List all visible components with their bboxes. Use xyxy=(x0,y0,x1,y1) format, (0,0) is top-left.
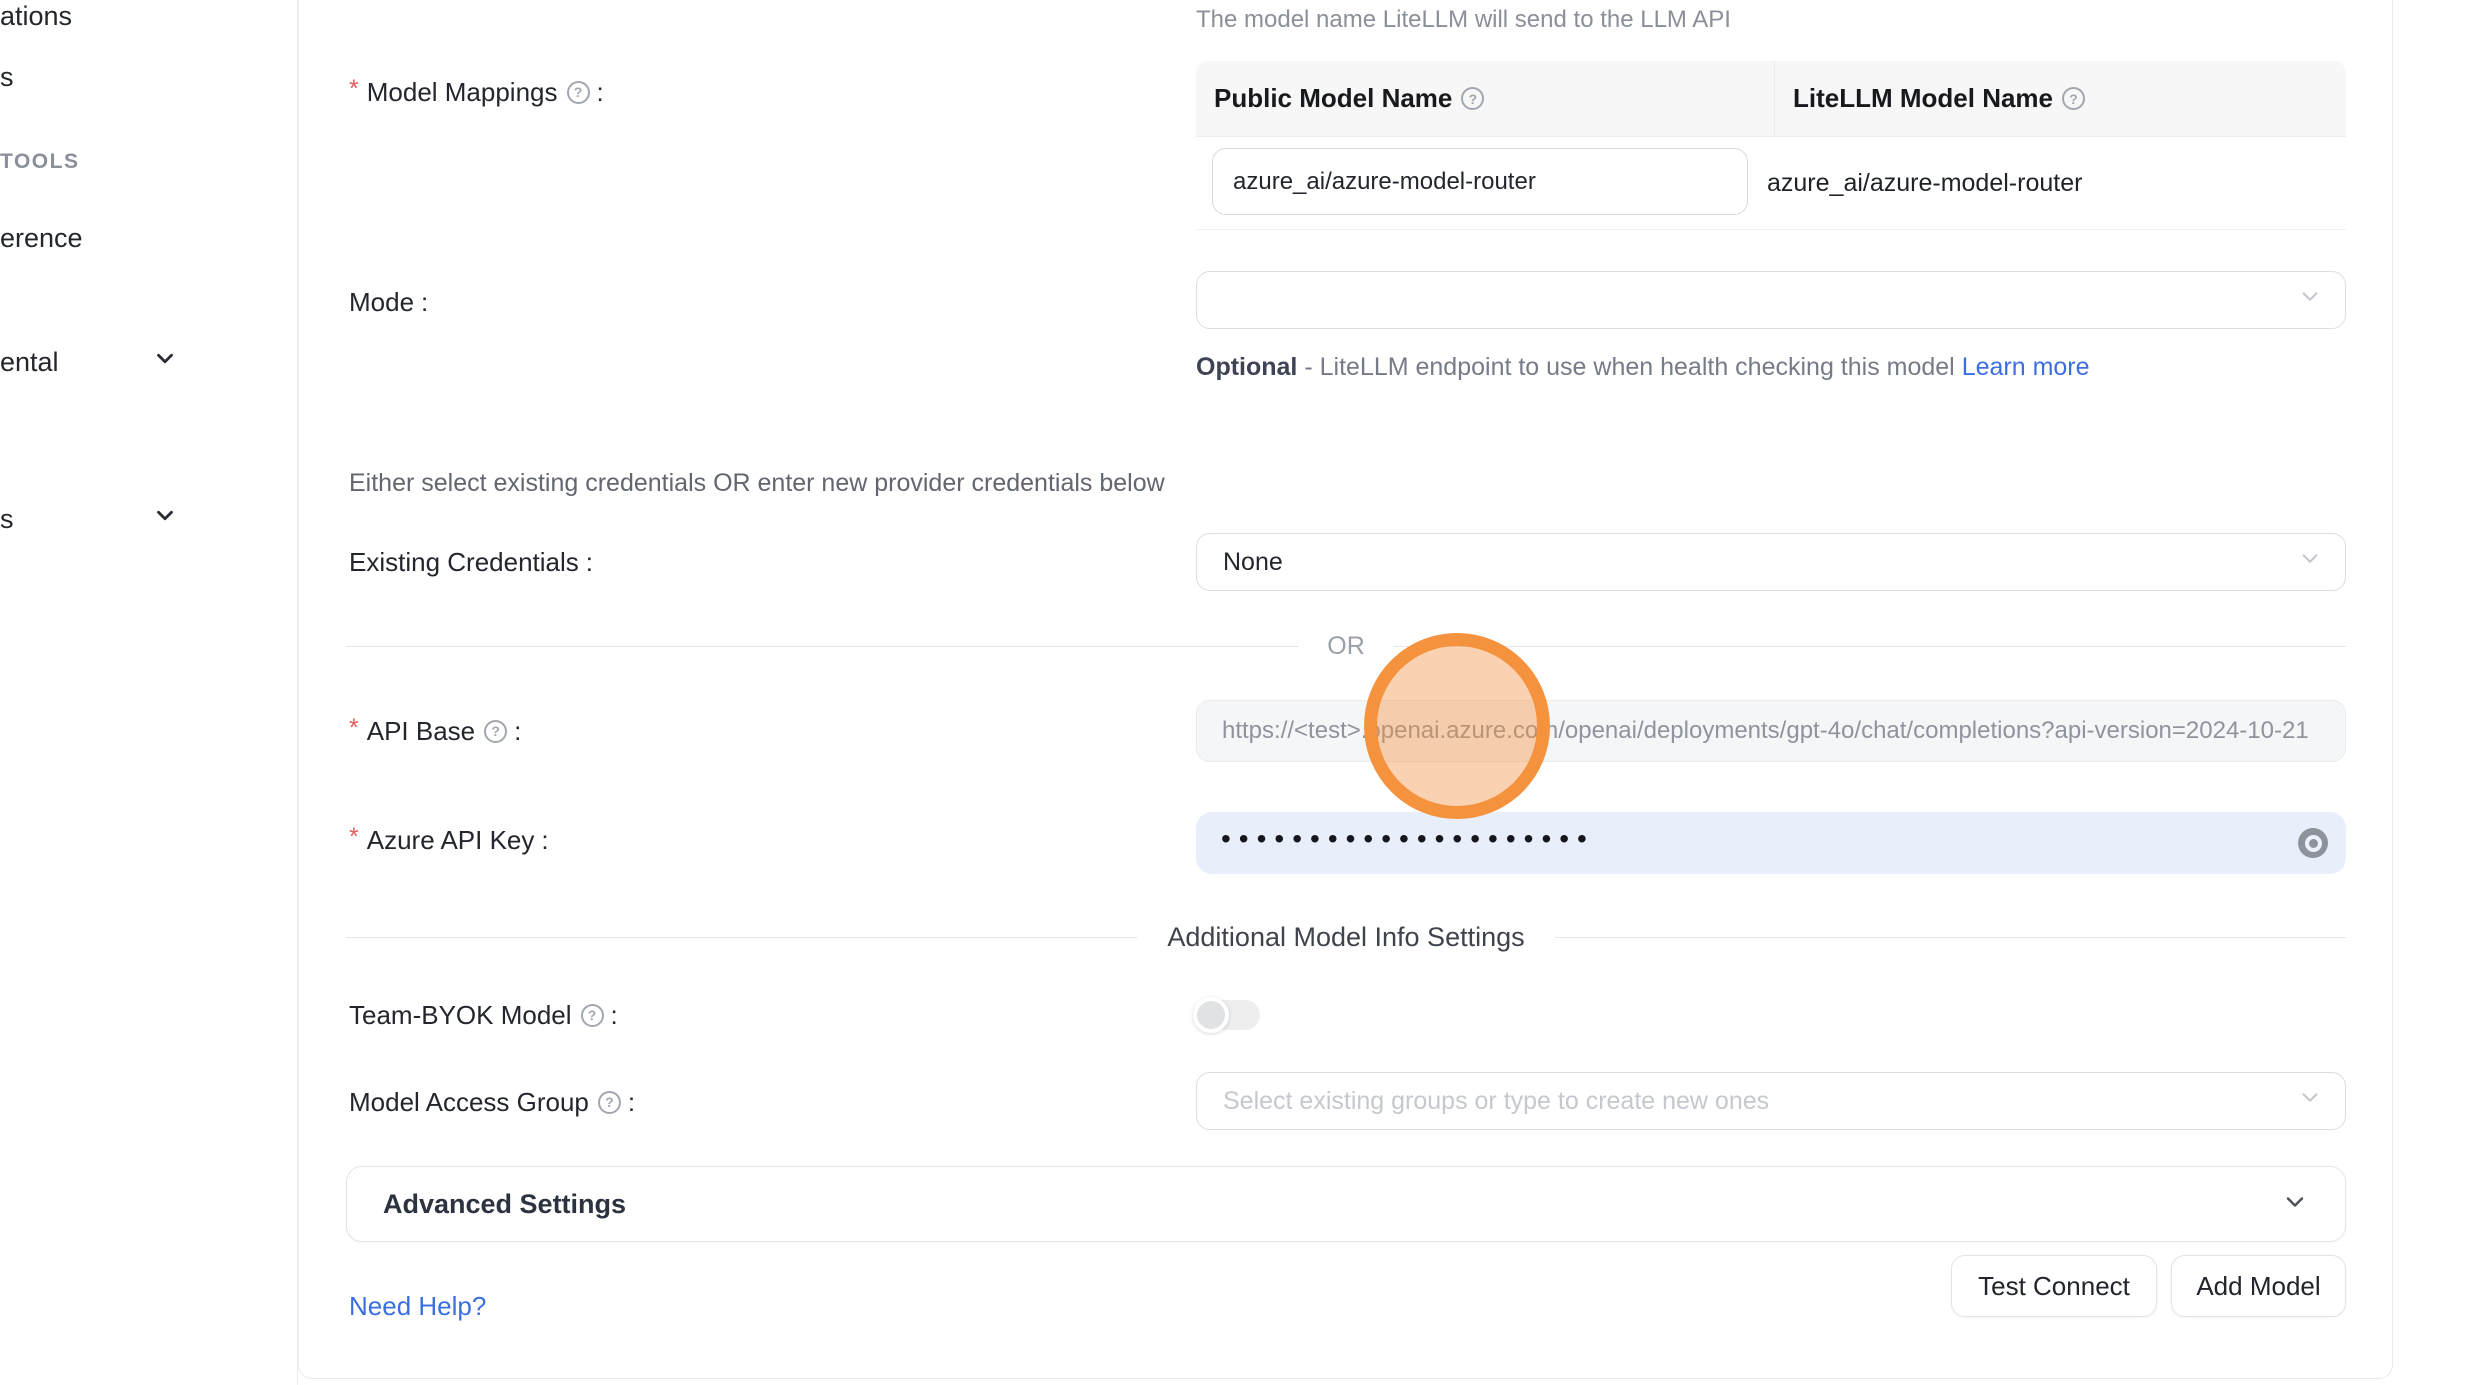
public-model-name-header: Public Model Name ? xyxy=(1196,61,1774,136)
help-icon[interactable]: ? xyxy=(598,1091,621,1114)
help-icon[interactable]: ? xyxy=(2062,87,2085,110)
chevron-down-icon xyxy=(2297,546,2323,579)
credentials-note: Either select existing credentials OR en… xyxy=(349,463,1165,503)
model-name-help-text: The model name LiteLLM will send to the … xyxy=(1196,6,1731,34)
model-mappings-table: Public Model Name ? LiteLLM Model Name ?… xyxy=(1196,61,2346,230)
help-icon[interactable]: ? xyxy=(581,1004,604,1027)
model-access-group-label: Model Access Group ? : xyxy=(349,1082,635,1122)
required-asterisk: * xyxy=(349,823,359,852)
help-icon[interactable]: ? xyxy=(484,720,507,743)
azure-api-key-input[interactable]: ••••••••••••••••••••• xyxy=(1196,812,2346,874)
advanced-settings-panel[interactable]: Advanced Settings xyxy=(346,1166,2346,1242)
toggle-knob xyxy=(1193,997,1229,1033)
additional-info-divider: Additional Model Info Settings xyxy=(346,920,2346,954)
public-model-name-input[interactable] xyxy=(1212,148,1748,215)
sidebar-item-api-reference[interactable]: erence xyxy=(0,218,83,258)
litellm-model-name-header: LiteLLM Model Name ? xyxy=(1774,61,2346,136)
required-asterisk: * xyxy=(349,714,359,743)
mode-hint: Optional - LiteLLM endpoint to use when … xyxy=(1196,347,2186,387)
sidebar-item-experimental[interactable]: ental xyxy=(0,342,298,382)
masked-api-key: ••••••••••••••••••••• xyxy=(1221,823,1595,855)
azure-api-key-label: * Azure API Key : xyxy=(349,820,549,860)
team-byok-toggle[interactable] xyxy=(1196,1000,1260,1030)
team-byok-label: Team-BYOK Model ? : xyxy=(349,995,618,1035)
mode-select[interactable] xyxy=(1196,271,2346,329)
required-asterisk: * xyxy=(349,75,359,104)
api-base-input[interactable]: https://<test>.openai.azure.com/openai/d… xyxy=(1196,700,2346,762)
table-row: azure_ai/azure-model-router xyxy=(1196,137,2346,230)
existing-credentials-select[interactable]: None xyxy=(1196,533,2346,591)
model-access-group-input[interactable] xyxy=(1197,1073,2345,1129)
chevron-down-icon xyxy=(152,503,178,536)
need-help-link[interactable]: Need Help? xyxy=(349,1286,486,1326)
sidebar-item[interactable]: s xyxy=(0,57,14,97)
litellm-model-name-value: azure_ai/azure-model-router xyxy=(1748,137,2346,229)
sidebar: ations s TOOLS erence ental s xyxy=(0,0,298,1385)
help-icon[interactable]: ? xyxy=(1461,87,1484,110)
api-base-label: * API Base ? : xyxy=(349,711,521,751)
mode-label: Mode : xyxy=(349,282,428,322)
or-divider: OR xyxy=(346,629,2346,663)
chevron-down-icon xyxy=(2281,1188,2309,1221)
add-model-form-card: The model name LiteLLM will send to the … xyxy=(298,0,2393,1379)
sidebar-section-tools: TOOLS xyxy=(0,142,79,182)
add-model-screen: ations s TOOLS erence ental s The model … xyxy=(0,0,2477,1385)
model-mappings-label: * Model Mappings ? : xyxy=(349,72,604,112)
table-header-row: Public Model Name ? LiteLLM Model Name ? xyxy=(1196,61,2346,137)
help-icon[interactable]: ? xyxy=(567,81,590,104)
learn-more-link[interactable]: Learn more xyxy=(1962,353,2090,381)
sidebar-item-settings[interactable]: s xyxy=(0,499,298,539)
test-connect-button[interactable]: Test Connect xyxy=(1951,1255,2157,1317)
chevron-down-icon xyxy=(2297,1085,2323,1118)
add-model-button[interactable]: Add Model xyxy=(2171,1255,2346,1317)
eye-icon[interactable] xyxy=(2296,828,2330,858)
model-access-group-select[interactable] xyxy=(1196,1072,2346,1130)
sidebar-item-organizations[interactable]: ations xyxy=(0,0,72,36)
chevron-down-icon xyxy=(152,346,178,379)
existing-credentials-label: Existing Credentials : xyxy=(349,542,593,582)
chevron-down-icon xyxy=(2297,284,2323,317)
